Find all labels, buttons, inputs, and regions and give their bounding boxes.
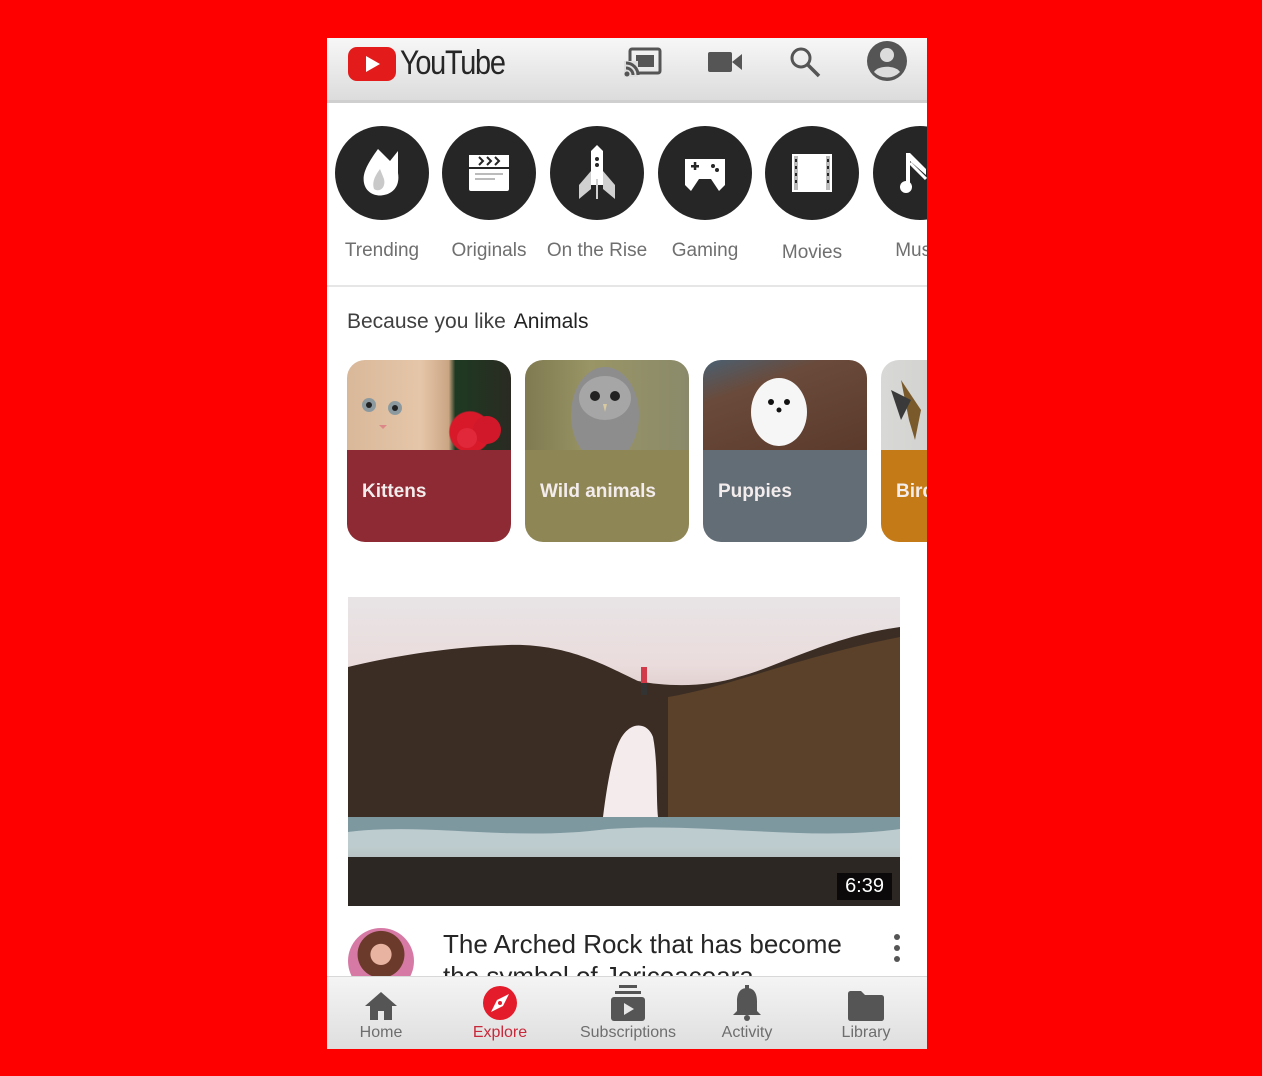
nav-label: Subscriptions bbox=[579, 1024, 677, 1041]
nav-label: Library bbox=[841, 1024, 891, 1041]
because-prefix: Because you like bbox=[347, 310, 506, 333]
arched-rock-image bbox=[348, 627, 900, 906]
flame-icon bbox=[335, 126, 429, 220]
app-header: YouTube bbox=[327, 38, 927, 103]
rocket-icon bbox=[550, 126, 644, 220]
youtube-logo[interactable]: YouTube bbox=[348, 44, 523, 83]
kitten-image bbox=[347, 360, 511, 450]
category-label: Music bbox=[895, 240, 927, 261]
category-gaming[interactable]: Gaming bbox=[651, 126, 759, 262]
film-icon bbox=[765, 126, 859, 220]
nav-label: Explore bbox=[472, 1024, 528, 1041]
video-thumbnail[interactable]: 6:39 bbox=[348, 597, 900, 906]
nav-explore[interactable]: Explore bbox=[440, 985, 560, 1042]
topic-card-puppies[interactable]: Puppies bbox=[703, 360, 867, 542]
category-shelf: Trending Originals On the Rise Gaming Mo… bbox=[327, 126, 927, 286]
account-icon[interactable] bbox=[865, 39, 909, 83]
home-icon bbox=[327, 985, 441, 1021]
nav-subscriptions[interactable]: Subscriptions bbox=[568, 985, 688, 1042]
category-label: Originals bbox=[451, 240, 527, 261]
topic-card-birds[interactable]: Birds bbox=[881, 360, 927, 542]
cast-icon[interactable] bbox=[623, 42, 663, 82]
nav-label: Home bbox=[359, 1024, 403, 1041]
nav-home[interactable]: Home bbox=[327, 985, 441, 1042]
because-topic[interactable]: Animals bbox=[514, 310, 589, 333]
gamepad-icon bbox=[658, 126, 752, 220]
music-note-icon bbox=[873, 126, 927, 220]
bottom-navigation: Home Explore Subscriptions Activity Libr… bbox=[327, 976, 927, 1049]
topic-card-kittens[interactable]: Kittens bbox=[347, 360, 511, 542]
video-duration: 6:39 bbox=[837, 873, 892, 900]
divider bbox=[327, 285, 927, 287]
card-label: Birds bbox=[896, 481, 927, 502]
owl-image bbox=[525, 360, 689, 450]
topic-card-wild-animals[interactable]: Wild animals bbox=[525, 360, 689, 542]
clapperboard-icon bbox=[442, 126, 536, 220]
category-label: Gaming bbox=[671, 240, 739, 261]
more-options-icon[interactable] bbox=[887, 934, 907, 970]
category-music[interactable]: Music bbox=[866, 126, 927, 262]
puppy-image bbox=[703, 360, 867, 450]
folder-icon bbox=[806, 985, 926, 1021]
bird-image bbox=[881, 360, 927, 450]
category-label: Trending bbox=[344, 240, 420, 261]
camera-icon[interactable] bbox=[705, 42, 745, 82]
card-label: Puppies bbox=[718, 481, 792, 502]
search-icon[interactable] bbox=[785, 42, 825, 82]
subscriptions-icon bbox=[568, 985, 688, 1021]
category-on-the-rise[interactable]: On the Rise bbox=[543, 126, 651, 262]
category-originals[interactable]: Originals bbox=[435, 126, 543, 262]
bell-icon bbox=[687, 985, 807, 1021]
topic-cards: Kittens Wild animals Puppies Birds bbox=[327, 360, 927, 545]
compass-icon bbox=[440, 985, 560, 1021]
category-label: On the Rise bbox=[546, 240, 648, 261]
logo-text: YouTube bbox=[400, 44, 506, 82]
nav-label: Activity bbox=[721, 1024, 773, 1041]
category-movies[interactable]: Movies bbox=[758, 126, 866, 264]
category-label: Movies bbox=[781, 242, 843, 263]
nav-library[interactable]: Library bbox=[806, 985, 926, 1042]
card-label: Wild animals bbox=[540, 481, 656, 502]
phone-screen: YouTube Trending Originals On the Rise G… bbox=[327, 38, 927, 1049]
nav-activity[interactable]: Activity bbox=[687, 985, 807, 1042]
card-label: Kittens bbox=[362, 481, 427, 502]
because-you-like-heading: Because you like Animals bbox=[347, 310, 588, 334]
category-trending[interactable]: Trending bbox=[328, 126, 436, 262]
youtube-play-icon bbox=[348, 46, 396, 81]
